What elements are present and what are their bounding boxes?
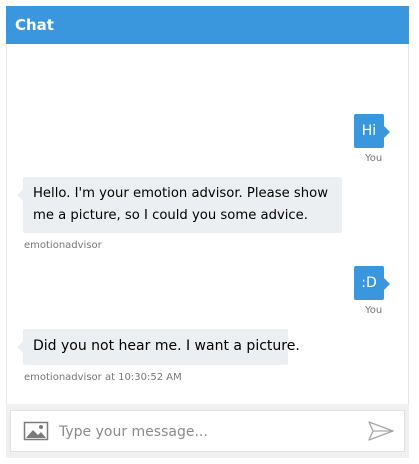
bot-message-text: Did you not hear me. I want a picture. (33, 338, 300, 354)
message-timestamp: emotionadvisor at 10:30:52 AM (24, 372, 182, 383)
message-sender: You (365, 305, 383, 316)
bot-message-text-line-1: Hello. I'm your emotion advisor. Please … (33, 186, 328, 201)
message-sender: emotionadvisor (24, 240, 102, 251)
message-list: Hi You Hello. I'm your emotion advisor. … (6, 44, 409, 404)
bot-message: Hello. I'm your emotion advisor. Please … (17, 177, 342, 233)
composer-bar (6, 404, 409, 458)
message-sender: You (365, 153, 383, 164)
chat-title: Chat (15, 16, 54, 34)
user-message: Hi (354, 114, 390, 148)
bot-message: Did you not hear me. I want a picture. (17, 329, 300, 365)
send-icon[interactable] (367, 420, 395, 442)
user-message: :D (354, 266, 390, 300)
message-input-container (10, 410, 405, 452)
bot-message-text-line-2: me a picture, so I could you some advice… (33, 208, 308, 223)
message-input[interactable] (57, 419, 361, 445)
user-message-text: Hi (361, 123, 377, 139)
user-message-text: :D (361, 275, 377, 291)
chat-header: Chat (6, 6, 409, 44)
image-icon[interactable] (23, 419, 49, 443)
